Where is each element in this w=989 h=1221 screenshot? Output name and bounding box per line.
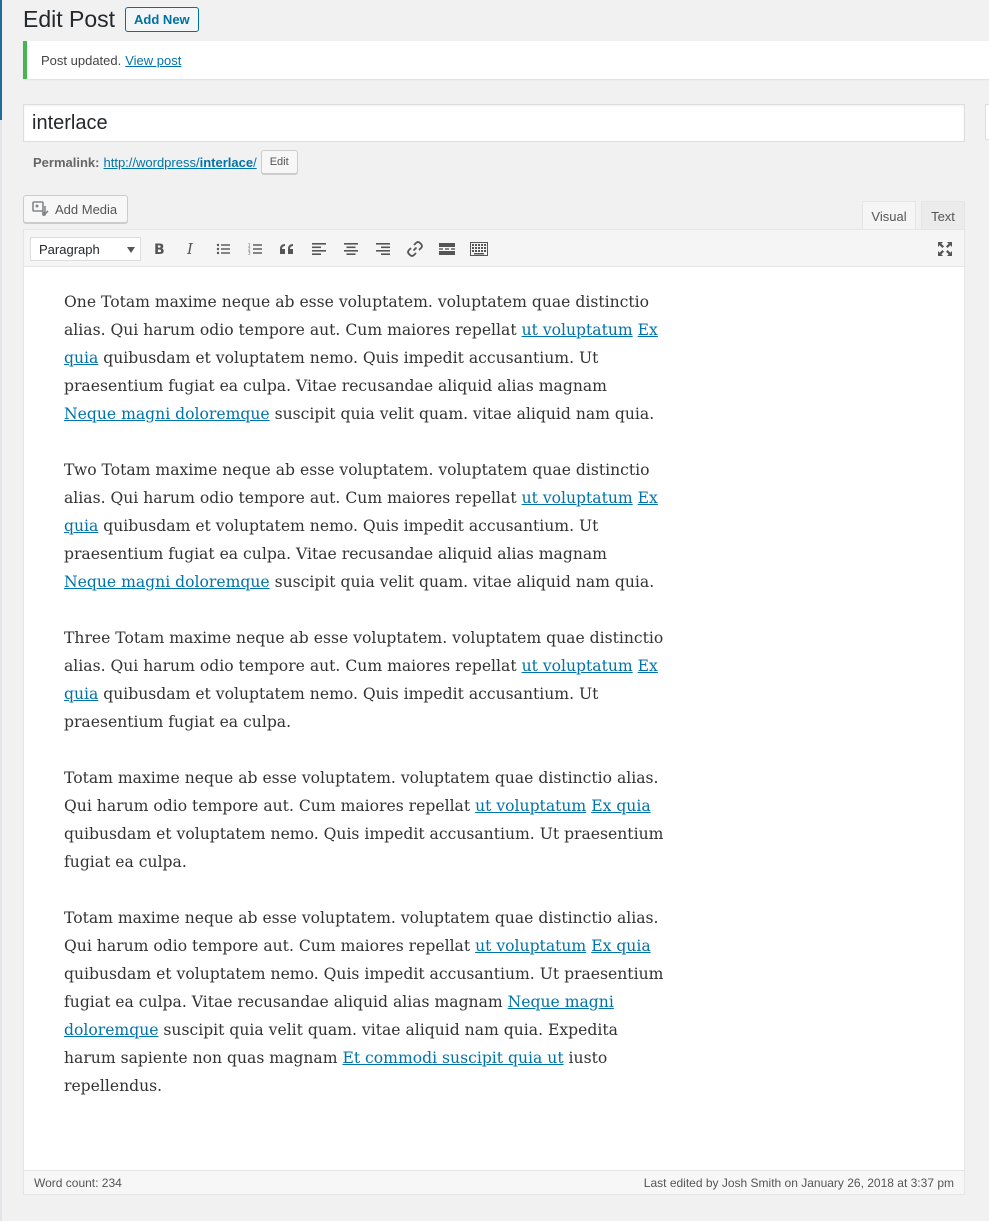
content-paragraph: Three Totam maxime neque ab esse volupta… <box>64 624 664 736</box>
admin-sidebar-active-marker <box>0 0 2 120</box>
bulleted-list-icon[interactable] <box>212 238 234 260</box>
page-heading: Edit Post Add New <box>23 4 199 34</box>
content-paragraph: Totam maxime neque ab esse voluptatem. v… <box>64 764 664 876</box>
svg-text:3: 3 <box>248 251 251 256</box>
italic-icon[interactable]: I <box>180 238 202 260</box>
link-icon[interactable] <box>404 238 426 260</box>
numbered-list-icon[interactable]: 123 <box>244 238 266 260</box>
view-post-link[interactable]: View post <box>125 53 181 68</box>
permalink-base: http://wordpress/ <box>103 154 200 170</box>
toolbar-toggle-icon[interactable] <box>468 238 490 260</box>
admin-sidebar-edge <box>0 0 2 1221</box>
editor-status-bar: Word count: 234 Last edited by Josh Smit… <box>24 1170 964 1194</box>
notice-text: Post updated. <box>41 52 122 68</box>
content-paragraph: One Totam maxime neque ab esse voluptate… <box>64 288 664 428</box>
content-link[interactable]: Neque magni doloremque <box>64 405 270 423</box>
editor-toolbar: Paragraph B I 123 <box>24 230 964 267</box>
update-notice: Post updated. View post <box>23 41 989 79</box>
content-text: quibusdam et voluptatem nemo. Quis imped… <box>64 685 599 731</box>
content-paragraph: Totam maxime neque ab esse voluptatem. v… <box>64 904 664 1100</box>
sidebar-box-edge <box>985 104 989 140</box>
content-link[interactable]: ut voluptatum <box>475 937 586 955</box>
content-paragraph: Two Totam maxime neque ab esse voluptate… <box>64 456 664 596</box>
svg-text:I: I <box>186 242 194 256</box>
align-right-icon[interactable] <box>372 238 394 260</box>
add-media-button[interactable]: Add Media <box>23 195 129 223</box>
last-edited: Last edited by Josh Smith on January 26,… <box>643 1175 954 1190</box>
blockquote-icon[interactable] <box>276 238 298 260</box>
align-center-icon[interactable] <box>340 238 362 260</box>
content-text: quibusdam et voluptatem nemo. Quis imped… <box>64 825 664 871</box>
content-link[interactable]: ut voluptatum <box>475 797 586 815</box>
permalink-label: Permalink: <box>33 154 100 170</box>
content-link[interactable]: ut voluptatum <box>522 489 633 507</box>
content-link[interactable]: Ex quia <box>591 797 650 815</box>
content-text: quibusdam et voluptatem nemo. Quis imped… <box>64 517 607 563</box>
edit-permalink-button[interactable]: Edit <box>260 150 298 174</box>
content-link[interactable]: Neque magni doloremque <box>64 573 270 591</box>
fullscreen-icon[interactable] <box>934 238 956 260</box>
permalink-slug: interlace <box>199 154 254 170</box>
chevron-down-icon <box>127 247 135 253</box>
format-select-value: Paragraph <box>39 241 100 257</box>
page-title: Edit Post <box>23 5 116 32</box>
editor-content[interactable]: One Totam maxime neque ab esse voluptate… <box>64 288 664 1128</box>
content-link[interactable]: Ex quia <box>591 937 650 955</box>
format-select[interactable]: Paragraph <box>30 237 141 261</box>
bold-icon[interactable]: B <box>148 238 170 260</box>
add-media-icon <box>32 200 55 219</box>
add-new-button[interactable]: Add New <box>125 6 199 32</box>
content-link[interactable]: ut voluptatum <box>522 321 633 339</box>
read-more-icon[interactable] <box>436 238 458 260</box>
permalink-link[interactable]: http://wordpress/interlace/ <box>103 155 256 170</box>
content-link[interactable]: ut voluptatum <box>522 657 633 675</box>
tab-text[interactable]: Text <box>921 201 965 230</box>
tab-visual[interactable]: Visual <box>862 201 916 230</box>
word-count: Word count: 234 <box>34 1175 122 1190</box>
post-editor: Paragraph B I 123 One Totam maxime neque… <box>23 229 965 1195</box>
post-title-input[interactable] <box>23 104 965 142</box>
add-media-label: Add Media <box>55 201 118 217</box>
permalink-row: Permalink: http://wordpress/interlace/ E… <box>33 150 298 174</box>
content-text: quibusdam et voluptatem nemo. Quis imped… <box>64 349 607 395</box>
content-link[interactable]: Et commodi suscipit quia ut <box>342 1049 563 1067</box>
content-text: suscipit quia velit quam. vitae aliquid … <box>269 573 655 591</box>
content-text: suscipit quia velit quam. vitae aliquid … <box>269 405 655 423</box>
align-left-icon[interactable] <box>308 238 330 260</box>
permalink-trail: / <box>253 154 257 170</box>
svg-text:B: B <box>154 242 165 256</box>
